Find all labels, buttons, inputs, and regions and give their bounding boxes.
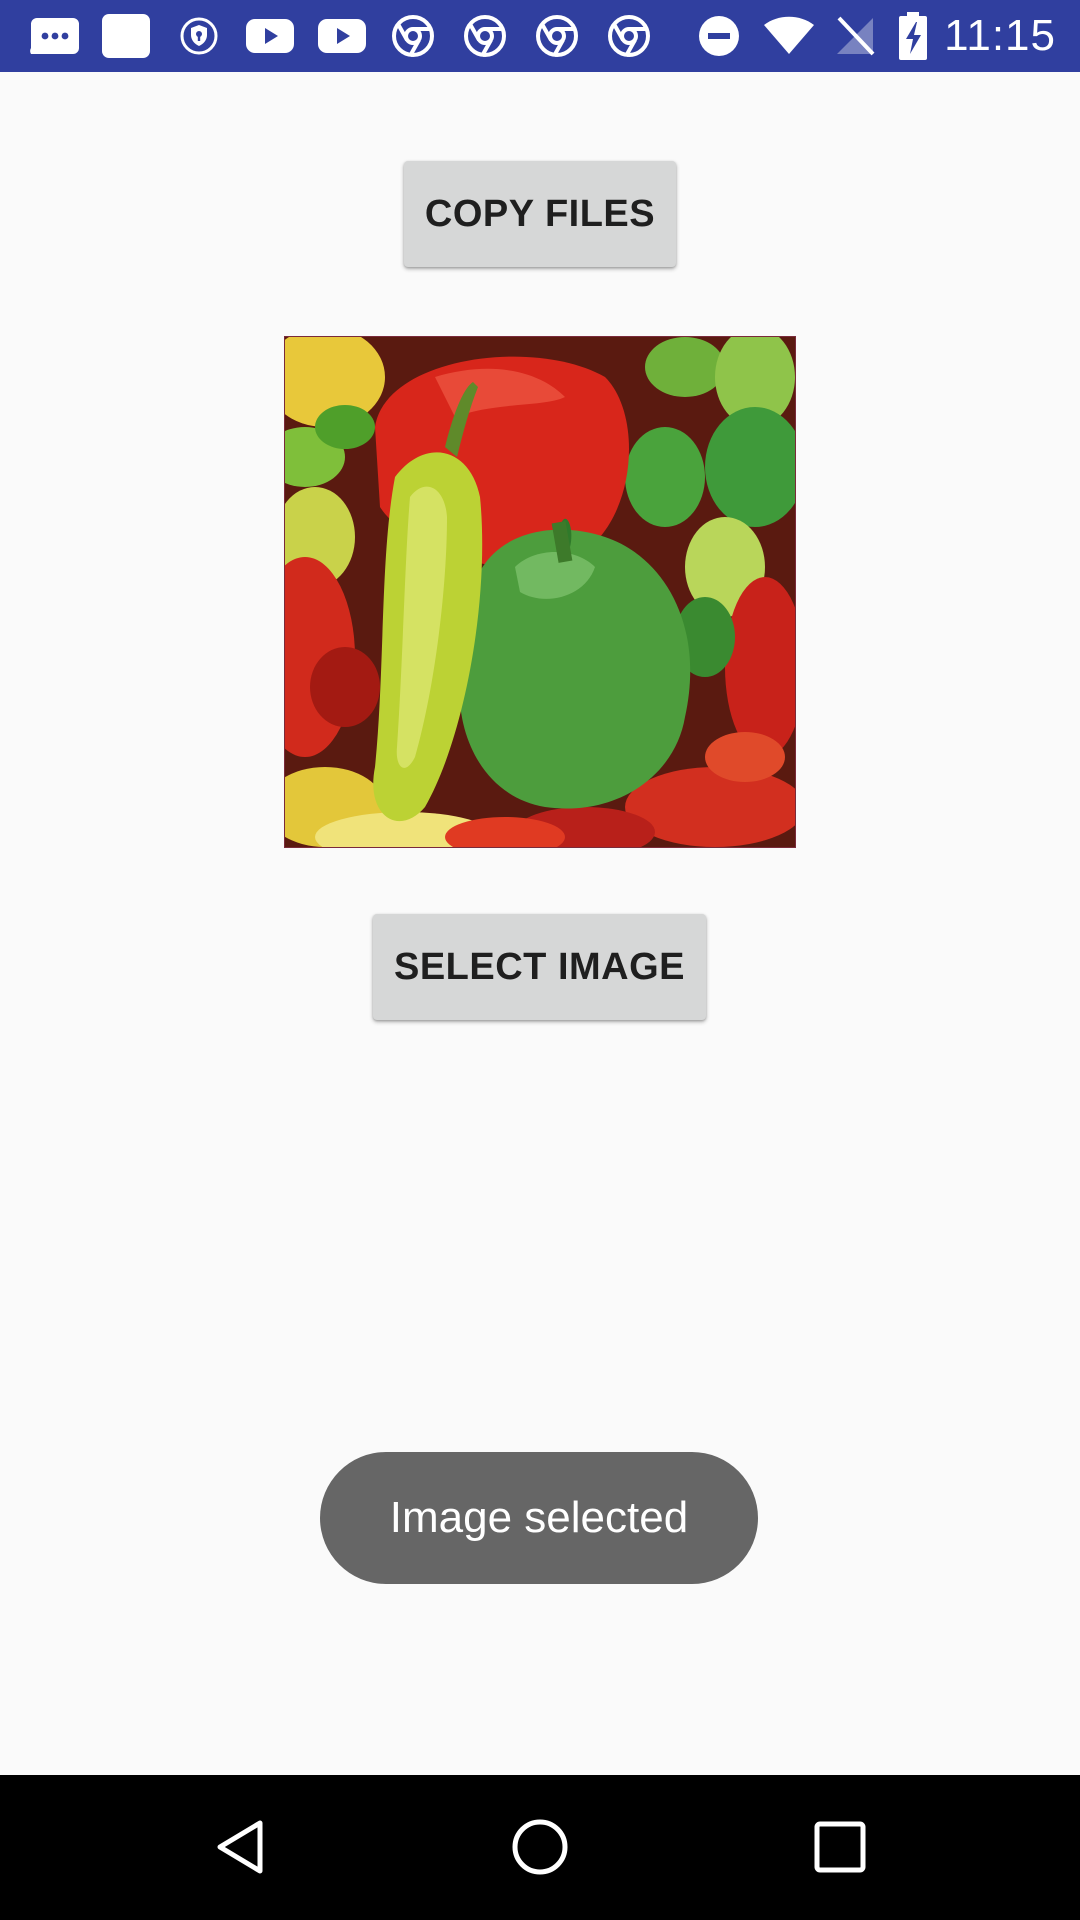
no-signal-icon <box>830 12 880 60</box>
app-screen: 11:15 COPY FILES SELECT IMAGE Image sele… <box>0 0 1080 1920</box>
vpn-shield-icon <box>176 12 222 60</box>
content-area: COPY FILES SELECT IMAGE Image selected <box>0 72 1080 1775</box>
square-notification-icon <box>100 12 152 60</box>
wifi-icon <box>762 12 816 60</box>
do-not-disturb-icon <box>696 12 742 60</box>
recents-icon[interactable] <box>790 1797 890 1897</box>
chrome-icon <box>605 12 653 60</box>
clock: 11:15 <box>944 11 1056 60</box>
navigation-bar <box>0 1775 1080 1920</box>
select-image-button[interactable]: SELECT IMAGE <box>373 914 706 1020</box>
copy-files-button[interactable]: COPY FILES <box>404 161 676 267</box>
youtube-icon <box>244 12 296 60</box>
toast-message: Image selected <box>320 1452 758 1584</box>
chrome-icon <box>461 12 509 60</box>
selected-image-preview <box>284 336 796 848</box>
youtube-icon <box>316 12 368 60</box>
peppers-image <box>285 337 795 847</box>
home-icon[interactable] <box>490 1797 590 1897</box>
message-icon <box>26 12 84 60</box>
battery-charging-icon <box>896 12 930 60</box>
status-bar: 11:15 <box>0 0 1080 72</box>
chrome-icon <box>389 12 437 60</box>
chrome-icon <box>533 12 581 60</box>
back-icon[interactable] <box>190 1797 290 1897</box>
